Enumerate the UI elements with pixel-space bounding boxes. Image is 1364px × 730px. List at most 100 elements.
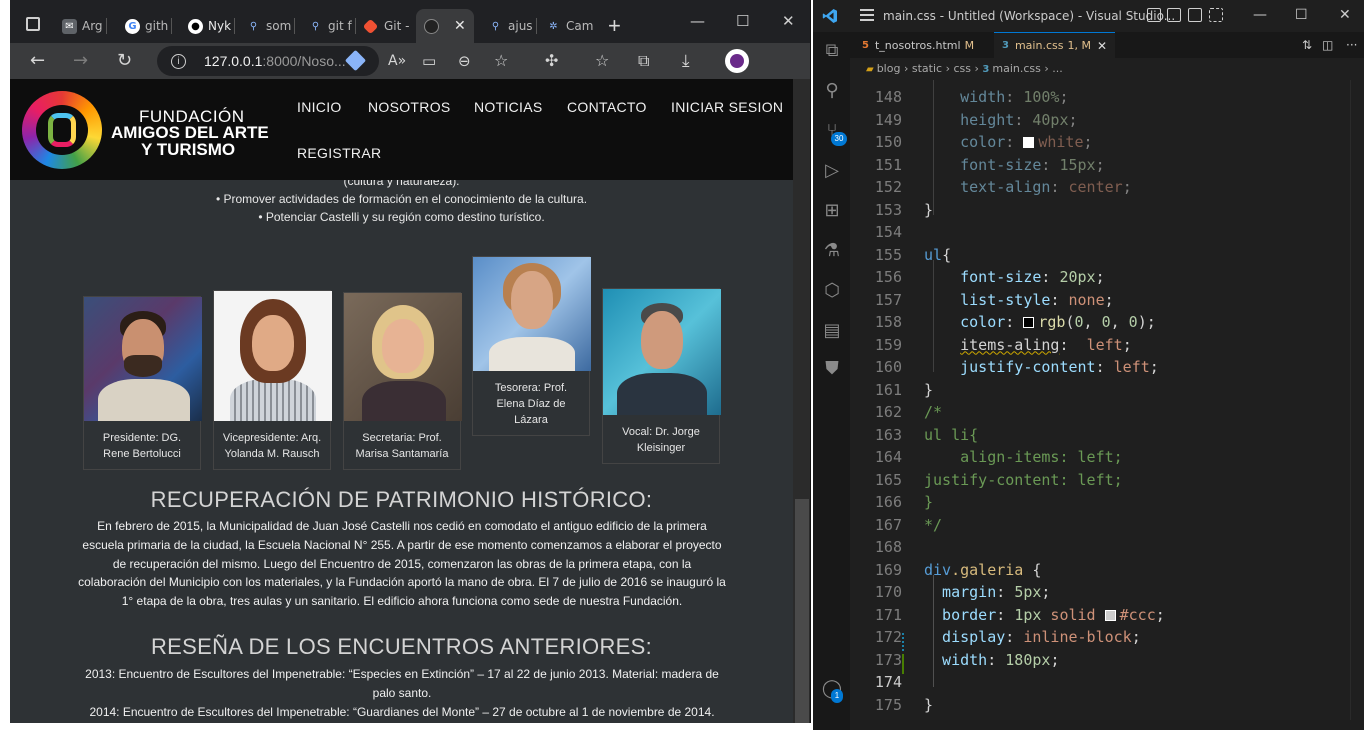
compare-changes-icon[interactable]: ⇅	[1302, 38, 1312, 52]
code-line[interactable]: 153}	[850, 199, 1364, 222]
code-line[interactable]: 155 ul{	[850, 244, 1364, 267]
code-line[interactable]: 159 items-aling: left;	[850, 334, 1364, 357]
toggle-sidebar-icon[interactable]	[1147, 8, 1161, 22]
reader-view-icon[interactable]: ▭	[422, 51, 436, 71]
vscode-close-icon[interactable]: ✕	[1339, 7, 1351, 23]
code-line[interactable]: 156 font-size: 20px;	[850, 266, 1364, 289]
nav-noticias[interactable]: NOTICIAS	[474, 99, 543, 115]
zoom-icon[interactable]: ⊖	[458, 51, 471, 71]
activity-bar: ⧉ ⚲ ⑂ 30 ▷ ⊞ ⚗ ⬡ ▤ ⛊ ◯ 1	[813, 32, 850, 730]
new-tab-button[interactable]: +	[608, 13, 621, 39]
code-line[interactable]: 166}	[850, 491, 1364, 514]
page-scrollbar[interactable]	[793, 79, 810, 723]
collections-icon[interactable]: ⧉	[638, 51, 649, 71]
browser-tab[interactable]: ● Nyk	[188, 12, 236, 40]
more-actions-icon[interactable]: ···	[1346, 38, 1357, 52]
browser-tab[interactable]: Git -	[362, 12, 409, 40]
split-editor-icon[interactable]: ◫	[1322, 38, 1333, 52]
code-line[interactable]: 154	[850, 221, 1364, 244]
browser-tab[interactable]: ⚲ git f	[308, 12, 356, 40]
code-line[interactable]: 162 /*	[850, 401, 1364, 424]
code-line[interactable]: 171 border: 1px solid #ccc;	[850, 604, 1364, 627]
refresh-icon[interactable]: ↻	[117, 51, 132, 71]
vscode-maximize-icon[interactable]: ☐	[1295, 7, 1308, 23]
browser-tab[interactable]: ⚲ som	[246, 12, 296, 40]
scrollbar-thumb[interactable]	[795, 499, 809, 723]
code-text: }	[924, 695, 934, 714]
extensions-icon[interactable]: ⊞	[821, 200, 843, 222]
search-icon: ⚲	[491, 20, 500, 32]
code-line[interactable]: 174	[850, 671, 1364, 694]
code-line[interactable]: 158 color: rgb(0, 0, 0);	[850, 311, 1364, 334]
code-line[interactable]: 175}	[850, 694, 1364, 717]
toggle-panel-icon[interactable]	[1167, 8, 1181, 22]
remote-explorer-icon[interactable]: ⬡	[821, 280, 843, 302]
code-text: border: 1px solid #ccc;	[924, 605, 1165, 624]
code-line[interactable]: 163 ul li{	[850, 424, 1364, 447]
code-line[interactable]: 149 height: 40px;	[850, 109, 1364, 132]
browser-tab[interactable]: ✲ Cam	[546, 12, 593, 40]
nav-inicio[interactable]: INICIO	[297, 99, 342, 115]
back-icon[interactable]: ←	[30, 51, 45, 71]
editor-scrollbar[interactable]	[1350, 80, 1364, 720]
code-line[interactable]: 170 margin: 5px;	[850, 581, 1364, 604]
nav-nosotros[interactable]: NOSOTROS	[368, 99, 451, 115]
color-swatch[interactable]	[1023, 317, 1035, 328]
browser-toolbar: ← → ↻ i 127.0.0.1:8000/Noso... A» ▭ ⊖ ☆ …	[10, 43, 810, 79]
code-line[interactable]: 150 color: white;	[850, 131, 1364, 154]
browser-tab[interactable]: ✉ Arg	[62, 12, 107, 40]
notebook-icon[interactable]: ▤	[821, 320, 843, 342]
code-line[interactable]: 161}	[850, 379, 1364, 402]
code-line[interactable]: 168	[850, 536, 1364, 559]
code-line[interactable]: 148 width: 100%;	[850, 86, 1364, 109]
color-swatch[interactable]	[1023, 137, 1035, 148]
download-icon[interactable]: ⤓	[682, 51, 690, 71]
minimize-icon[interactable]: —	[690, 12, 705, 30]
favorites-icon[interactable]: ☆	[595, 51, 609, 71]
code-line[interactable]: 172 display: inline-block;	[850, 626, 1364, 649]
code-editor[interactable]: 148 width: 100%; 149 height: 40px; 150 col…	[850, 80, 1364, 720]
code-line[interactable]: 160 justify-content: left;	[850, 356, 1364, 379]
close-editor-icon[interactable]: ✕	[1097, 39, 1107, 53]
run-debug-icon[interactable]: ▷	[821, 160, 843, 182]
vscode-minimize-icon[interactable]: —	[1253, 7, 1267, 23]
browser-tab-active[interactable]: ✕	[416, 9, 474, 43]
code-line[interactable]: 151 font-size: 15px;	[850, 154, 1364, 177]
section-paragraph-patrimonio: En febrero de 2015, la Municipalidad de …	[78, 519, 726, 609]
code-line[interactable]: 157 list-style: none;	[850, 289, 1364, 312]
testing-icon[interactable]: ⚗	[821, 240, 843, 262]
close-window-icon[interactable]: ✕	[782, 12, 795, 30]
nav-registrar[interactable]: REGISTRAR	[297, 145, 381, 161]
search-icon[interactable]: ⚲	[821, 80, 843, 102]
profile-avatar[interactable]	[725, 49, 749, 73]
code-line[interactable]: 169 div.galeria {	[850, 559, 1364, 582]
editor-tab-active[interactable]: 3 main.css 1, M ✕	[994, 32, 1116, 58]
info-icon[interactable]: i	[171, 53, 186, 69]
shield-icon[interactable]: ⛊	[821, 358, 843, 380]
code-line[interactable]: 165 justify-content: left;	[850, 469, 1364, 492]
tab-actions-icon[interactable]	[26, 17, 40, 31]
code-line[interactable]: 167 */	[850, 514, 1364, 537]
forward-icon[interactable]: →	[73, 51, 88, 71]
explorer-icon[interactable]: ⧉	[821, 40, 843, 62]
code-line[interactable]: 164 align-items: left;	[850, 446, 1364, 469]
maximize-icon[interactable]: ☐	[736, 12, 749, 30]
add-favorite-icon[interactable]: ☆	[494, 51, 508, 71]
color-swatch[interactable]	[1104, 609, 1116, 621]
nav-iniciar-sesion[interactable]: INICIAR SESION	[671, 99, 783, 115]
customize-layout-icon[interactable]	[1209, 8, 1223, 22]
nav-contacto[interactable]: CONTACTO	[567, 99, 647, 115]
menu-icon[interactable]	[860, 9, 874, 21]
code-text: ul li{	[924, 425, 979, 444]
toggle-secondary-sidebar-icon[interactable]	[1188, 8, 1202, 22]
site-icon	[424, 18, 439, 34]
editor-tab[interactable]: 5 t_nosotros.html M	[854, 32, 982, 58]
browser-tab[interactable]: ⚲ ajus	[488, 12, 537, 40]
code-line[interactable]: 152 text-align: center;	[850, 176, 1364, 199]
read-aloud-icon[interactable]: A»	[388, 51, 406, 71]
close-tab-icon[interactable]: ✕	[454, 18, 466, 34]
extensions-icon[interactable]: ✣	[545, 51, 558, 71]
vscode-window: main.css - Untitled (Workspace) - Visual…	[813, 0, 1364, 730]
code-line[interactable]: 173 width: 180px;	[850, 649, 1364, 672]
browser-tab[interactable]: G gith	[125, 12, 173, 40]
